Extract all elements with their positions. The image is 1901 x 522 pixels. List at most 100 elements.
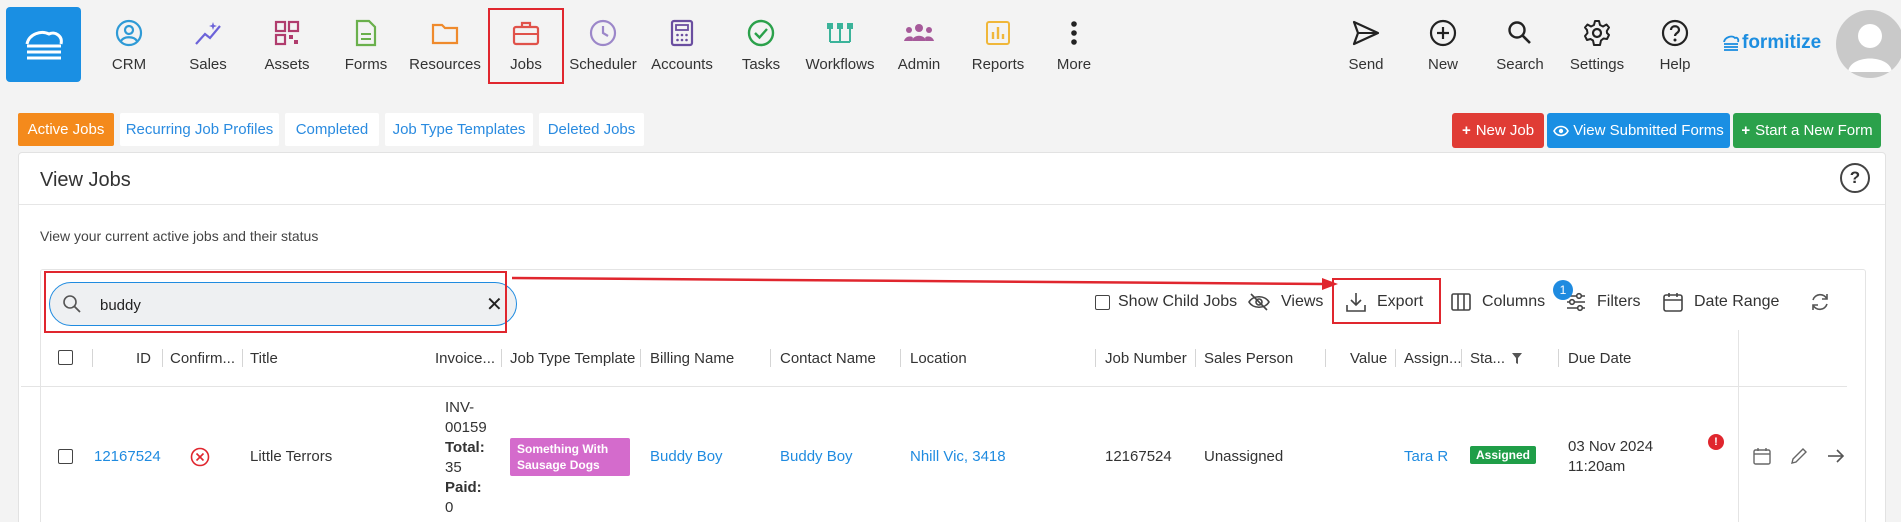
show-child-jobs-checkbox[interactable] bbox=[1095, 294, 1110, 310]
table-header-divider bbox=[21, 386, 1847, 387]
contact-name-link[interactable]: Buddy Boy bbox=[780, 448, 853, 465]
nav-send[interactable]: Send bbox=[1328, 10, 1404, 82]
date-range-button[interactable]: Date Range bbox=[1662, 289, 1779, 315]
nav-workflows[interactable]: Workflows bbox=[802, 10, 878, 82]
billing-name-link[interactable]: Buddy Boy bbox=[650, 448, 723, 465]
column-billing-name[interactable]: Billing Name bbox=[650, 350, 734, 367]
nav-admin[interactable]: Admin bbox=[881, 10, 957, 82]
plus-icon: + bbox=[1461, 122, 1471, 139]
job-type-badge[interactable]: Something With Sausage Dogs bbox=[510, 438, 630, 476]
new-job-label: New Job bbox=[1475, 122, 1535, 139]
show-child-jobs-toggle[interactable]: Show Child Jobs bbox=[1095, 289, 1237, 315]
column-divider bbox=[501, 349, 502, 367]
open-arrow-icon[interactable] bbox=[1826, 446, 1846, 466]
question-circle-icon bbox=[1658, 16, 1692, 50]
due-date-value: 03 Nov 2024 bbox=[1568, 438, 1654, 455]
qr-grid-icon bbox=[270, 16, 304, 50]
home-button[interactable] bbox=[6, 7, 81, 82]
tab-completed[interactable]: Completed bbox=[285, 113, 379, 146]
nav-help-label: Help bbox=[1659, 56, 1691, 73]
column-status[interactable]: Sta... bbox=[1470, 350, 1505, 367]
column-divider bbox=[92, 349, 93, 367]
filter-funnel-icon[interactable] bbox=[1511, 352, 1523, 365]
nav-jobs[interactable]: Jobs bbox=[488, 8, 564, 84]
search-highlight-box bbox=[44, 271, 507, 333]
column-job-number[interactable]: Job Number bbox=[1105, 350, 1187, 367]
export-highlight-box bbox=[1332, 278, 1441, 324]
check-circle-icon bbox=[744, 16, 778, 50]
nav-reports[interactable]: Reports bbox=[960, 10, 1036, 82]
nav-more[interactable]: More bbox=[1036, 10, 1112, 82]
help-button[interactable]: ? bbox=[1840, 163, 1870, 193]
column-contact-name[interactable]: Contact Name bbox=[780, 350, 876, 367]
nav-new[interactable]: New bbox=[1405, 10, 1481, 82]
nav-more-label: More bbox=[1056, 56, 1092, 73]
nav-assets-label: Assets bbox=[264, 56, 310, 73]
column-title[interactable]: Title bbox=[250, 350, 278, 367]
start-new-form-button[interactable]: + Start a New Form bbox=[1733, 113, 1881, 148]
new-job-button[interactable]: + New Job bbox=[1452, 113, 1544, 148]
nav-crm[interactable]: CRM bbox=[91, 10, 167, 82]
column-confirmed[interactable]: Confirm... bbox=[170, 350, 235, 367]
nav-workflows-label: Workflows bbox=[805, 56, 875, 73]
row-checkbox[interactable] bbox=[58, 449, 73, 464]
nav-crm-label: CRM bbox=[111, 56, 147, 73]
row-id-link[interactable]: 12167524 bbox=[94, 448, 161, 465]
avatar[interactable] bbox=[1836, 10, 1901, 78]
nav-search[interactable]: Search bbox=[1482, 10, 1558, 82]
select-all-checkbox[interactable] bbox=[58, 350, 73, 365]
tab-deleted-jobs[interactable]: Deleted Jobs bbox=[539, 113, 644, 146]
tab-active-jobs[interactable]: Active Jobs bbox=[18, 113, 114, 146]
location-link[interactable]: Nhill Vic, 3418 bbox=[910, 448, 1006, 465]
brand-logo[interactable]: formitize bbox=[1722, 32, 1821, 54]
eye-icon bbox=[1553, 125, 1570, 136]
column-divider bbox=[1558, 349, 1559, 367]
assigned-user-link[interactable]: Tara R bbox=[1404, 448, 1448, 465]
views-button[interactable]: Views bbox=[1247, 289, 1323, 315]
row-invoice: INV- 00159 Total: 35 Paid: 0 bbox=[445, 398, 487, 518]
nav-sales[interactable]: Sales bbox=[170, 10, 246, 82]
column-divider bbox=[1195, 349, 1196, 367]
nav-tasks-label: Tasks bbox=[741, 56, 781, 73]
filters-button[interactable]: Filters bbox=[1565, 289, 1641, 315]
bar-chart-icon bbox=[981, 16, 1015, 50]
edit-pencil-icon[interactable] bbox=[1789, 446, 1809, 466]
column-value[interactable]: Value bbox=[1350, 350, 1387, 367]
job-type-line-2: Sausage Dogs bbox=[517, 458, 600, 472]
nav-tasks[interactable]: Tasks bbox=[723, 10, 799, 82]
columns-button[interactable]: Columns bbox=[1450, 289, 1545, 315]
page-description: View your current active jobs and their … bbox=[40, 228, 319, 244]
column-sales-person[interactable]: Sales Person bbox=[1204, 350, 1293, 367]
column-assigned[interactable]: Assign... bbox=[1404, 350, 1462, 367]
column-location[interactable]: Location bbox=[910, 350, 967, 367]
actions-column-divider bbox=[1738, 330, 1739, 522]
view-submitted-forms-button[interactable]: View Submitted Forms bbox=[1547, 113, 1730, 148]
document-icon bbox=[349, 16, 383, 50]
nav-scheduler[interactable]: Scheduler bbox=[565, 10, 641, 82]
nav-settings[interactable]: Settings bbox=[1559, 10, 1635, 82]
nav-assets[interactable]: Assets bbox=[249, 10, 325, 82]
nav-resources[interactable]: Resources bbox=[407, 10, 483, 82]
column-divider bbox=[1325, 349, 1326, 367]
column-due-date[interactable]: Due Date bbox=[1568, 350, 1631, 367]
job-number: 12167524 bbox=[1105, 448, 1172, 465]
nav-jobs-label: Jobs bbox=[510, 56, 542, 73]
workflow-icon bbox=[823, 16, 857, 50]
job-type-line-1: Something With bbox=[517, 442, 609, 456]
refresh-button[interactable] bbox=[1809, 289, 1841, 315]
home-logo-icon bbox=[25, 30, 63, 59]
column-id[interactable]: ID bbox=[136, 350, 151, 367]
tab-recurring-job-profiles[interactable]: Recurring Job Profiles bbox=[120, 113, 279, 146]
nav-help[interactable]: Help bbox=[1637, 10, 1713, 82]
status-badge: Assigned bbox=[1470, 446, 1537, 464]
search-icon bbox=[1503, 16, 1537, 50]
nav-forms[interactable]: Forms bbox=[328, 10, 404, 82]
tab-job-type-templates[interactable]: Job Type Templates bbox=[385, 113, 533, 146]
start-new-form-label: Start a New Form bbox=[1755, 122, 1873, 139]
column-invoice[interactable]: Invoice... bbox=[435, 350, 495, 367]
schedule-calendar-icon[interactable] bbox=[1752, 446, 1772, 466]
sales-person: Unassigned bbox=[1204, 448, 1284, 465]
nav-sales-label: Sales bbox=[189, 56, 227, 73]
nav-accounts[interactable]: Accounts bbox=[644, 10, 720, 82]
column-job-type-template[interactable]: Job Type Template bbox=[510, 350, 635, 367]
